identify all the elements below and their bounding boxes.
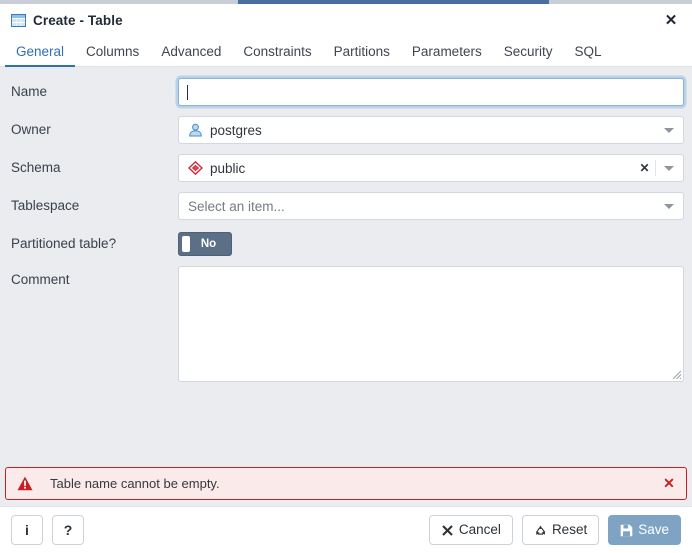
tab-sql[interactable]: SQL — [563, 36, 612, 66]
error-message: Table name cannot be empty. — [50, 476, 220, 491]
tab-advanced[interactable]: Advanced — [150, 36, 232, 66]
tab-security[interactable]: Security — [493, 36, 564, 66]
dismiss-error-icon[interactable]: ✕ — [656, 475, 682, 492]
field-row-owner: Owner postgres — [0, 116, 692, 144]
field-row-name: Name — [0, 78, 692, 106]
schema-field-wrap: public ✕ — [178, 154, 687, 182]
field-row-partitioned: Partitioned table? No — [0, 230, 692, 256]
field-row-tablespace: Tablespace Select an item... — [0, 192, 692, 220]
info-button[interactable]: i — [11, 515, 43, 545]
tablespace-select[interactable]: Select an item... — [178, 192, 684, 220]
select-divider — [655, 160, 656, 176]
help-button[interactable]: ? — [52, 515, 84, 545]
tab-constraints[interactable]: Constraints — [232, 36, 322, 66]
chevron-down-icon[interactable] — [659, 203, 679, 209]
schema-diamond-icon — [188, 160, 203, 176]
comment-field-wrap — [178, 266, 687, 382]
field-row-comment: Comment — [0, 266, 692, 382]
name-input[interactable] — [178, 78, 684, 106]
general-tab-panel: Name Owner postgres Schema public ✕ Tabl… — [0, 67, 692, 467]
owner-select[interactable]: postgres — [178, 116, 684, 144]
clear-schema-icon[interactable]: ✕ — [636, 161, 653, 175]
dialog-footer: i ? Cancel Reset Save — [0, 506, 692, 553]
tab-partitions[interactable]: Partitions — [323, 36, 401, 66]
tab-general[interactable]: General — [5, 36, 76, 67]
create-table-dialog: Create - Table ✕ General Columns Advance… — [0, 0, 692, 553]
toggle-state-label: No — [200, 238, 217, 250]
text-cursor — [187, 84, 188, 100]
footer-left-buttons: i ? — [11, 515, 84, 545]
cancel-button-label: Cancel — [458, 522, 501, 538]
save-button[interactable]: Save — [608, 515, 681, 545]
floppy-save-icon — [620, 524, 633, 537]
name-label: Name — [11, 84, 48, 99]
tablespace-label: Tablespace — [11, 198, 80, 213]
dialog-tabbar: General Columns Advanced Constraints Par… — [0, 36, 692, 67]
dialog-titlebar[interactable]: Create - Table ✕ — [0, 4, 692, 36]
schema-label: Schema — [11, 160, 61, 175]
cancel-button[interactable]: Cancel — [428, 515, 513, 545]
partitioned-toggle[interactable]: No — [178, 232, 232, 256]
table-icon — [11, 13, 26, 27]
comment-textarea[interactable] — [178, 266, 684, 382]
footer-right-buttons: Cancel Reset Save — [428, 515, 681, 545]
field-row-schema: Schema public ✕ — [0, 154, 692, 182]
owner-label: Owner — [11, 122, 51, 137]
schema-select[interactable]: public ✕ — [178, 154, 684, 182]
owner-selected-value: postgres — [210, 122, 262, 138]
reset-button-label: Reset — [551, 522, 588, 538]
user-icon — [188, 123, 203, 137]
toggle-knob — [182, 236, 190, 252]
owner-field-wrap: postgres — [178, 116, 687, 144]
close-icon[interactable]: ✕ — [650, 4, 692, 36]
partitioned-field-wrap: No — [178, 230, 687, 256]
error-notification: Table name cannot be empty. ✕ — [5, 467, 687, 500]
name-field-wrap — [178, 78, 687, 106]
partitioned-label: Partitioned table? — [11, 236, 117, 251]
recycle-icon — [534, 524, 547, 537]
schema-selected-value: public — [210, 160, 246, 176]
chevron-down-icon[interactable] — [659, 127, 679, 133]
save-button-label: Save — [638, 522, 669, 538]
tab-parameters[interactable]: Parameters — [401, 36, 493, 66]
dialog-title: Create - Table — [33, 12, 123, 28]
close-x-icon — [441, 524, 454, 537]
reset-button[interactable]: Reset — [521, 515, 600, 545]
resize-handle-icon[interactable] — [670, 368, 682, 380]
chevron-down-icon[interactable] — [659, 165, 679, 171]
warning-triangle-icon — [17, 476, 33, 491]
tablespace-field-wrap: Select an item... — [178, 192, 687, 220]
comment-label: Comment — [11, 272, 70, 287]
tab-columns[interactable]: Columns — [75, 36, 150, 66]
tablespace-placeholder: Select an item... — [188, 198, 285, 214]
